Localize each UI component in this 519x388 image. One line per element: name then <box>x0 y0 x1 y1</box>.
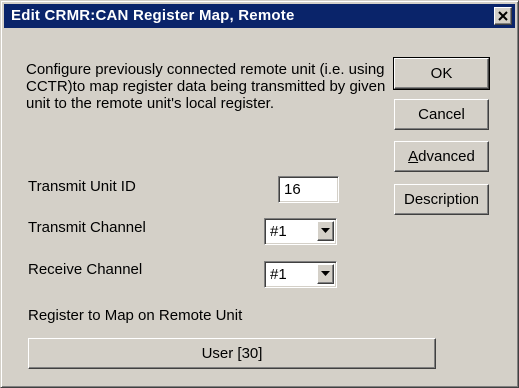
transmit-unit-value: 16 <box>284 181 301 198</box>
window-title: Edit CRMR:CAN Register Map, Remote <box>11 7 295 24</box>
ok-button-label: OK <box>430 65 453 82</box>
dialog-description: Configure previously connected remote un… <box>26 61 386 112</box>
chevron-down-icon <box>321 228 330 233</box>
transmit-unit-label: Transmit Unit ID <box>28 178 136 195</box>
advanced-accelerator: A <box>408 148 419 165</box>
transmit-channel-label: Transmit Channel <box>28 219 146 236</box>
advanced-button[interactable]: Advanced <box>394 141 489 172</box>
close-button[interactable] <box>494 7 512 25</box>
cancel-button[interactable]: Cancel <box>394 99 489 130</box>
register-select-button[interactable]: User [30] <box>28 338 436 369</box>
transmit-unit-input[interactable]: 16 <box>278 176 339 203</box>
cancel-button-label: Cancel <box>418 106 465 123</box>
transmit-channel-value: #1 <box>270 223 287 240</box>
description-button-label: Description <box>403 191 480 208</box>
receive-channel-dropdown-button[interactable] <box>317 264 334 284</box>
receive-channel-label: Receive Channel <box>28 261 143 278</box>
transmit-channel-select[interactable]: #1 <box>264 218 337 245</box>
advanced-button-label: Advanced <box>395 142 488 171</box>
receive-channel-select[interactable]: #1 <box>264 261 337 288</box>
receive-channel-value: #1 <box>270 266 287 283</box>
advanced-label-rest: dvanced <box>418 148 475 165</box>
register-map-label: Register to Map on Remote Unit <box>28 307 243 324</box>
transmit-channel-dropdown-button[interactable] <box>317 221 334 241</box>
title-bar[interactable]: Edit CRMR:CAN Register Map, Remote <box>4 4 515 28</box>
chevron-down-icon <box>321 271 330 276</box>
close-icon <box>498 11 508 21</box>
ok-button[interactable]: OK <box>393 57 490 90</box>
dialog-window: Edit CRMR:CAN Register Map, Remote Confi… <box>0 0 519 388</box>
description-button[interactable]: Description <box>394 184 489 215</box>
register-button-label: User [30] <box>201 345 263 362</box>
